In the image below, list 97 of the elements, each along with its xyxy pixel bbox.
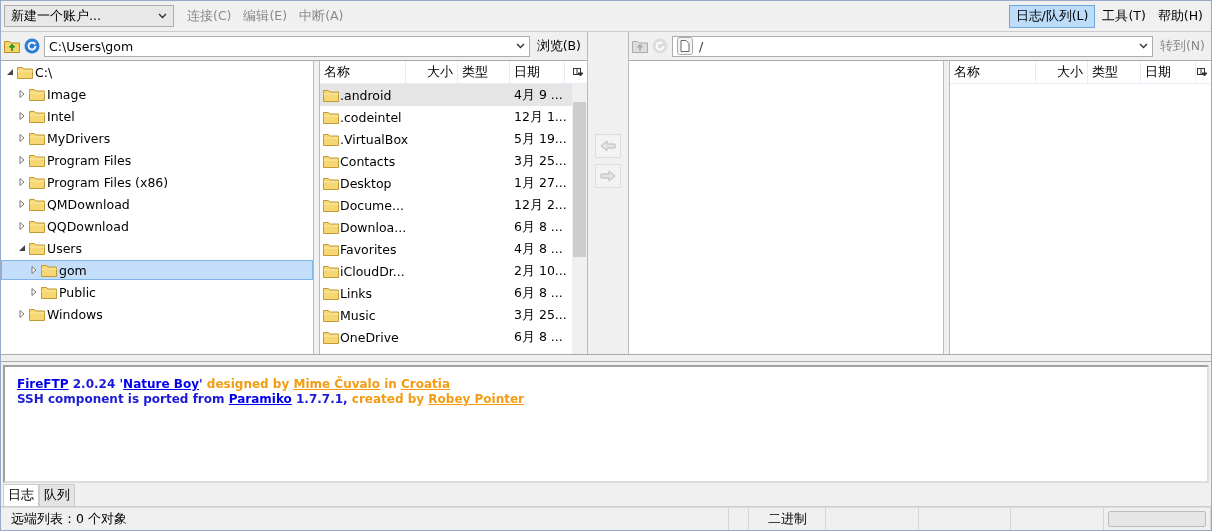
path-field[interactable]: C:\Users\gom xyxy=(44,35,530,57)
splitter[interactable] xyxy=(1,354,1211,362)
menu-item[interactable]: 工具(T) xyxy=(1097,4,1151,28)
tree-item[interactable]: Program Files (x86) xyxy=(1,172,313,192)
folder-icon xyxy=(29,109,45,123)
tree-item[interactable]: Windows xyxy=(1,304,313,324)
folder-icon xyxy=(323,220,339,234)
right-arrow-icon xyxy=(600,170,616,182)
file-row[interactable]: Favorites 4月 8 ... xyxy=(320,238,572,260)
column-picker-icon[interactable] xyxy=(573,67,583,77)
folder-icon xyxy=(29,241,45,255)
path-field[interactable]: / xyxy=(672,35,1153,57)
tree-item[interactable]: QMDownload xyxy=(1,194,313,214)
expand-icon[interactable] xyxy=(18,310,26,318)
tab[interactable]: 日志 xyxy=(3,484,39,506)
folder-icon xyxy=(29,219,45,233)
expand-icon[interactable] xyxy=(18,90,26,98)
file-row[interactable]: iCloudDr... 2月 10... xyxy=(320,260,572,282)
folder-up-icon[interactable] xyxy=(632,39,648,53)
folder-icon xyxy=(323,308,339,322)
file-row[interactable]: Downloa... 6月 8 ... xyxy=(320,216,572,238)
folder-icon xyxy=(29,153,45,167)
file-row[interactable]: Docume... 12月 2... xyxy=(320,194,572,216)
folder-icon xyxy=(323,330,339,344)
column-header[interactable]: 大小 xyxy=(1036,61,1088,83)
expand-icon[interactable] xyxy=(18,178,26,186)
caret-icon xyxy=(158,13,167,19)
tree-item[interactable]: Public xyxy=(1,282,313,302)
folder-icon xyxy=(41,263,57,277)
expand-icon[interactable] xyxy=(18,222,26,230)
column-header[interactable]: 日期 xyxy=(510,61,565,83)
file-row[interactable]: Contacts 3月 25... xyxy=(320,150,572,172)
file-row[interactable]: Links 6月 8 ... xyxy=(320,282,572,304)
tab[interactable]: 队列 xyxy=(39,484,75,506)
menu-item[interactable]: 帮助(H) xyxy=(1152,4,1208,28)
refresh-icon[interactable] xyxy=(24,38,40,54)
file-row[interactable]: OneDrive 6月 8 ... xyxy=(320,326,572,348)
caret-icon xyxy=(515,43,525,49)
link[interactable]: Paramiko xyxy=(228,392,292,406)
folder-icon xyxy=(323,264,339,278)
folder-icon xyxy=(323,242,339,256)
menu-item[interactable]: 日志/队列(L) xyxy=(1008,4,1096,28)
file-row[interactable]: Music 3月 25... xyxy=(320,304,572,326)
folder-icon xyxy=(17,65,33,79)
expand-icon[interactable] xyxy=(30,288,38,296)
link[interactable]: Nature Boy xyxy=(123,377,199,391)
transfer-mode: 二进制 xyxy=(749,508,827,530)
tree-item[interactable]: QQDownload xyxy=(1,216,313,236)
caret-icon xyxy=(1138,43,1148,49)
file-row[interactable]: .VirtualBox 5月 19... xyxy=(320,128,572,150)
column-header[interactable]: 日期 xyxy=(1141,61,1196,83)
account-dropdown[interactable]: 新建一个账户... xyxy=(4,5,174,27)
column-header[interactable]: 类型 xyxy=(458,61,510,83)
folder-icon xyxy=(323,110,339,124)
tree-item[interactable]: Intel xyxy=(1,106,313,126)
tree-item[interactable]: Program Files xyxy=(1,150,313,170)
file-row[interactable]: .android 4月 9 ... xyxy=(320,84,572,106)
browse-button[interactable]: 浏览(B) xyxy=(533,35,584,57)
column-header[interactable]: 名称 xyxy=(950,61,1036,83)
collapse-icon[interactable] xyxy=(18,244,26,252)
tree-item[interactable]: C:\ xyxy=(1,62,313,82)
file-row[interactable]: Desktop 1月 27... xyxy=(320,172,572,194)
folder-icon xyxy=(323,286,339,300)
status-text: 远端列表：0 个对象 xyxy=(1,508,729,530)
column-header[interactable]: 类型 xyxy=(1088,61,1141,83)
file-row[interactable]: .codeintel 12月 1... xyxy=(320,106,572,128)
expand-icon[interactable] xyxy=(30,266,38,274)
column-header[interactable]: 大小 xyxy=(406,61,458,83)
folder-icon xyxy=(323,132,339,146)
folder-icon xyxy=(29,175,45,189)
folder-up-icon[interactable] xyxy=(4,39,20,53)
document-icon xyxy=(677,37,693,55)
left-arrow-icon xyxy=(600,140,616,152)
folder-icon xyxy=(323,198,339,212)
expand-icon[interactable] xyxy=(18,200,26,208)
column-picker-icon[interactable] xyxy=(1197,67,1207,77)
folder-icon xyxy=(29,197,45,211)
tree-item[interactable]: Image xyxy=(1,84,313,104)
log-line: SSH component is ported from Paramiko 1.7.7.1, created by Robey Pointer xyxy=(17,392,525,407)
expand-icon[interactable] xyxy=(18,156,26,164)
scrollbar[interactable] xyxy=(572,84,587,354)
folder-icon xyxy=(29,87,45,101)
expand-icon[interactable] xyxy=(18,112,26,120)
folder-icon xyxy=(29,131,45,145)
tree-item[interactable]: MyDrivers xyxy=(1,128,313,148)
tree-item[interactable]: Users xyxy=(1,238,313,258)
link[interactable]: FireFTP xyxy=(17,377,69,391)
folder-icon xyxy=(323,88,339,102)
tree-item[interactable]: gom xyxy=(1,260,313,280)
expand-icon[interactable] xyxy=(18,134,26,142)
collapse-icon[interactable] xyxy=(6,68,14,76)
folder-icon xyxy=(323,154,339,168)
log-line: FireFTP 2.0.24 'Nature Boy' designed by Mime Čuvalo in Croatia xyxy=(17,377,451,392)
folder-icon xyxy=(29,307,45,321)
column-header[interactable]: 名称 xyxy=(320,61,406,83)
folder-icon xyxy=(323,176,339,190)
folder-icon xyxy=(41,285,57,299)
